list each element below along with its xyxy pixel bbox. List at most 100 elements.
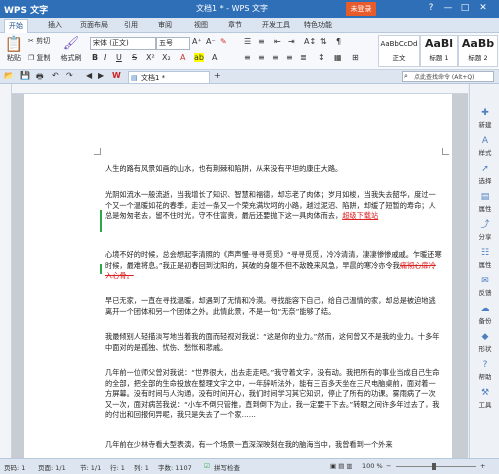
command-search-input[interactable]: 点此查找命令 (Alt+Q) <box>402 71 494 82</box>
section-indicator: 节: 1/1 <box>80 464 102 472</box>
tab-page-layout[interactable]: 页面布局 <box>80 19 108 32</box>
document-icon: ▤ <box>131 74 138 82</box>
sidebar-item-attributes[interactable]: ☷ 属性 <box>470 248 499 269</box>
properties-icon: ▤ <box>480 192 490 202</box>
document-tab[interactable]: ▤ 文档1 * <box>128 71 210 83</box>
decrease-indent-icon[interactable]: ⇤ <box>274 37 281 46</box>
increase-indent-icon[interactable]: ⇥ <box>288 37 295 46</box>
superscript-icon[interactable]: X² <box>146 53 155 62</box>
paragraph: 心境不好的时候，总会想起李清照的《声声慢·寻寻觅觅》“寻寻觅觅，冷冷清清，凄凄惨… <box>105 250 442 280</box>
undo-icon[interactable]: ↶ <box>52 71 59 80</box>
tab-developer[interactable]: 开发工具 <box>262 19 290 32</box>
cut-button[interactable]: ✂ 剪切 <box>28 36 50 46</box>
brush-icon: 🖌 <box>62 36 80 51</box>
horizontal-ruler[interactable] <box>12 84 468 94</box>
tab-chapter[interactable]: 章节 <box>228 19 242 32</box>
align-center-icon[interactable]: ≡ <box>258 53 265 62</box>
style-heading-2[interactable]: AaBb 标题 2 <box>458 35 498 67</box>
document-page[interactable]: 人生的路有风景如画的山水，也有荆棘和陷阱，从来没有平坦的康庄大路。 光阴如流水一… <box>24 94 452 458</box>
zoom-out-button[interactable]: − <box>386 462 391 470</box>
redo-icon[interactable]: ↷ <box>66 71 73 80</box>
zoom-slider-track[interactable] <box>396 466 476 467</box>
style-heading-1[interactable]: AaBl 标题 1 <box>420 35 458 67</box>
close-button[interactable]: ✕ <box>476 1 490 16</box>
highlight-icon[interactable]: ab <box>194 53 204 62</box>
align-right-icon[interactable]: ≡ <box>272 53 279 62</box>
login-button[interactable]: 未登录 <box>346 2 376 16</box>
row-indicator: 行: 1 <box>110 464 125 472</box>
align-left-icon[interactable]: ≡ <box>244 53 251 62</box>
shrink-font-icon[interactable]: A⁻ <box>206 37 216 46</box>
italic-button[interactable]: I <box>104 53 106 62</box>
sidebar-item-shapes[interactable]: ◆ 形状 <box>470 332 499 353</box>
nav-right-icon[interactable]: ▶ <box>98 71 104 80</box>
grow-font-icon[interactable]: A⁺ <box>192 37 202 46</box>
tab-review[interactable]: 审阅 <box>158 19 172 32</box>
sidebar-item-select[interactable]: ➚ 选择 <box>470 164 499 185</box>
crop-mark <box>442 148 449 155</box>
page-number[interactable]: 页码: 1 <box>4 462 25 472</box>
show-marks-icon[interactable]: ¶ <box>336 37 341 46</box>
tracked-insertion[interactable]: 超级下载站 <box>342 211 378 220</box>
paragraph: 我最倾别人轻描淡写地当着我的面而轻视对我说：“这是你的业力。”然而，这何曾又不是… <box>105 332 440 352</box>
copy-icon: ❐ <box>28 54 35 62</box>
app-menu-button[interactable]: WPS 文字 <box>4 3 48 16</box>
font-size-select[interactable]: 五号 <box>156 37 190 50</box>
sidebar-item-properties[interactable]: ▤ 属性 <box>470 192 499 213</box>
print-icon[interactable]: 🖶 <box>36 71 44 85</box>
crop-mark <box>94 148 101 155</box>
sidebar-item-help[interactable]: ? 帮助 <box>470 360 499 381</box>
sidebar-item-tools[interactable]: ⚒ 工具 <box>470 388 499 409</box>
bullet-list-icon[interactable]: ☰ <box>244 37 251 46</box>
tab-home[interactable]: 开始 <box>4 19 28 33</box>
style-normal[interactable]: AaBbCcDd 正文 <box>378 35 420 67</box>
paragraph: 几年前在少林寺看大型表演，有一个场景一直深深映刻在我的脑海当中，我曾看到一个外来 <box>105 440 393 449</box>
shading-icon[interactable]: ▦ <box>334 53 342 62</box>
zoom-in-button[interactable]: + <box>480 462 485 470</box>
chinese-layout-icon[interactable]: A↕ <box>304 37 316 46</box>
quick-access-open-icon[interactable]: 📂 <box>4 71 14 80</box>
maximize-button[interactable]: □ <box>458 1 472 16</box>
char-shading-icon[interactable]: A <box>212 53 217 62</box>
tab-view[interactable]: 视图 <box>194 19 208 32</box>
tab-special-features[interactable]: 特色功能 <box>304 19 332 32</box>
font-color-icon[interactable]: A <box>180 53 185 62</box>
word-count[interactable]: 字数: 1107 <box>158 462 192 472</box>
bold-button[interactable]: B <box>92 53 98 62</box>
sort-icon[interactable]: ⇅ <box>320 37 327 46</box>
tools-icon: ⚒ <box>480 388 490 398</box>
copy-button[interactable]: ❐ 复制 <box>28 53 51 63</box>
clear-format-icon[interactable]: ✎ <box>220 37 227 46</box>
paste-button[interactable]: 📋 粘贴 <box>4 35 24 63</box>
view-mode-icon[interactable]: ▣ ▤ ▥ <box>330 462 353 470</box>
spell-check-toggle[interactable]: 拼写检查 <box>214 462 240 472</box>
sidebar-item-feedback[interactable]: ✉ 反馈 <box>470 276 499 297</box>
sidebar-item-style[interactable]: A 样式 <box>470 136 499 157</box>
underline-button[interactable]: U <box>116 53 122 62</box>
borders-icon[interactable]: ⊞ <box>352 53 359 62</box>
sidebar-item-share[interactable]: ⤴ 分享 <box>470 220 499 241</box>
font-name-select[interactable]: 宋体 (正文) <box>90 37 156 50</box>
save-icon[interactable]: 💾 <box>20 71 30 80</box>
sidebar-item-new[interactable]: ✚ 新建 <box>470 108 499 129</box>
nav-left-icon[interactable]: ◀ <box>86 71 92 80</box>
sidebar-item-backup[interactable]: ☁ 备份 <box>470 304 499 325</box>
strikethrough-button[interactable]: S <box>132 53 137 62</box>
distributed-icon[interactable]: ≣ <box>300 53 307 62</box>
subscript-icon[interactable]: X₂ <box>162 53 171 62</box>
zoom-level[interactable]: 100 % <box>362 462 383 470</box>
minimize-button[interactable]: — <box>441 1 455 16</box>
tab-references[interactable]: 引用 <box>124 19 138 32</box>
format-painter-button[interactable]: 🖌 格式刷 <box>58 35 84 63</box>
numbered-list-icon[interactable]: ≡ <box>258 37 265 46</box>
vertical-ruler[interactable] <box>0 84 12 458</box>
help-icon[interactable]: ? <box>424 1 438 16</box>
wps-logo-icon[interactable]: W <box>112 71 121 80</box>
ribbon-tabs: 开始 插入 页面布局 引用 审阅 视图 章节 开发工具 特色功能 <box>0 18 499 33</box>
page-count[interactable]: 页面: 1/1 <box>38 462 66 472</box>
line-spacing-icon[interactable]: ↕ <box>318 53 325 62</box>
tab-insert[interactable]: 插入 <box>48 19 62 32</box>
justify-icon[interactable]: ≡ <box>286 53 293 62</box>
new-tab-button[interactable]: + <box>214 71 221 80</box>
zoom-slider-thumb[interactable] <box>432 463 436 470</box>
